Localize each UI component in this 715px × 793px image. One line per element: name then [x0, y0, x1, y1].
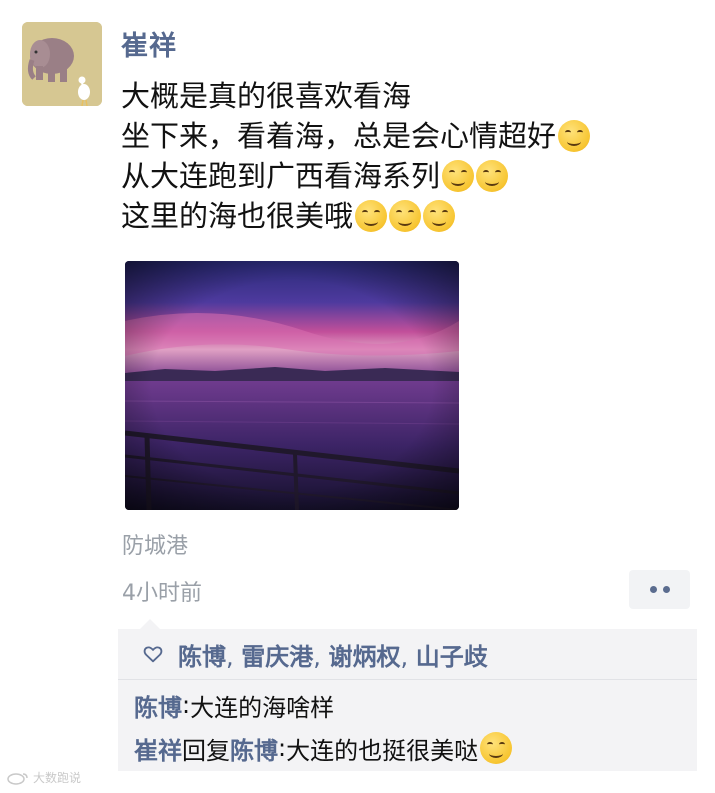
- hug-emoji-icon: [389, 200, 422, 232]
- likes-list: 陈博, 雷庆港, 谢炳权, 山子歧: [178, 637, 488, 672]
- liker-name[interactable]: 雷庆港: [241, 643, 313, 671]
- elephant-avatar-icon: [22, 22, 102, 106]
- weibo-logo-icon: [7, 772, 28, 785]
- comment-author[interactable]: 陈博: [134, 688, 182, 723]
- comment[interactable]: 陈博: 大连的海啥样: [134, 686, 334, 724]
- post-line-text: 大概是真的很喜欢看海: [121, 79, 412, 113]
- comment-author[interactable]: 崔祥: [134, 731, 182, 766]
- sunset-sea-image: [125, 261, 459, 510]
- grin-emoji-icon: [442, 160, 475, 192]
- post-line: 坐下来，看着海，总是会心情超好: [121, 116, 701, 156]
- post-line-text: 坐下来，看着海，总是会心情超好: [121, 119, 557, 153]
- comment-text: 大连的海啥样: [190, 693, 335, 722]
- post-line: 从大连跑到广西看海系列: [121, 156, 701, 196]
- watermark: 大数跑说: [6, 769, 81, 786]
- liker-separator: ,: [313, 642, 329, 671]
- liker-name[interactable]: 陈博: [178, 643, 226, 671]
- comment-colon: :: [278, 734, 287, 762]
- reply-target[interactable]: 陈博: [230, 731, 278, 766]
- author-name[interactable]: 崔祥: [121, 24, 177, 63]
- liker-name[interactable]: 谢炳权: [329, 643, 401, 671]
- watermark-text: 大数跑说: [33, 771, 82, 785]
- dot-icon: [649, 586, 657, 593]
- post-line: 这里的海也很美哦: [121, 196, 701, 236]
- comment[interactable]: 崔祥 回复 陈博: 大连的也挺很美哒: [134, 729, 513, 767]
- grin-emoji-icon: [476, 160, 509, 192]
- comment-text: 大连的也挺很美哒: [286, 736, 479, 765]
- hug-emoji-icon: [355, 200, 388, 232]
- likes-comments-panel: 陈博, 雷庆港, 谢炳权, 山子歧 陈博: 大连的海啥样 崔祥 回复 陈博: 大连的…: [118, 619, 697, 771]
- post-timestamp: 4小时前: [122, 581, 202, 606]
- post-line: 大概是真的很喜欢看海: [121, 76, 701, 116]
- avatar[interactable]: [22, 22, 102, 106]
- reply-label: 回复: [182, 736, 230, 765]
- likes-row: 陈博, 雷庆港, 谢炳权, 山子歧: [118, 629, 697, 680]
- location-link[interactable]: 防城港: [122, 528, 188, 560]
- post-photo[interactable]: [125, 261, 459, 510]
- comment-menu-button[interactable]: [629, 570, 690, 609]
- ok-emoji-icon: [558, 120, 591, 152]
- post-line-text: 这里的海也很美哦: [121, 199, 354, 233]
- hug-emoji-icon: [423, 200, 456, 232]
- liker-name[interactable]: 山子歧: [416, 643, 488, 671]
- post-text: 大概是真的很喜欢看海 坐下来，看着海，总是会心情超好 从大连跑到广西看海系列 这…: [121, 76, 701, 236]
- grin-emoji-icon: [480, 732, 513, 764]
- dot-icon: [662, 586, 670, 593]
- post-line-text: 从大连跑到广西看海系列: [121, 159, 441, 193]
- heart-icon: [143, 646, 163, 663]
- liker-separator: ,: [400, 642, 416, 671]
- liker-separator: ,: [226, 642, 242, 671]
- comment-colon: :: [182, 691, 191, 719]
